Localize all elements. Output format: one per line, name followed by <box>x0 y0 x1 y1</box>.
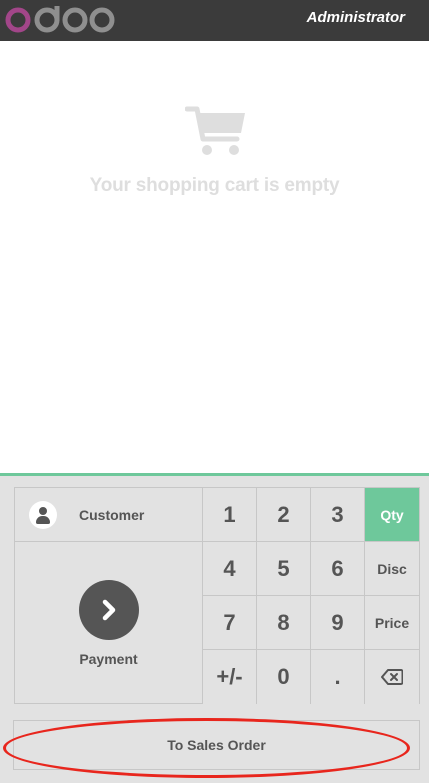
control-panel: Customer Payment 1 2 3 Qty 4 5 6 Disc 7 8 9 Price +/… <box>0 473 429 783</box>
numpad-key-5[interactable]: 5 <box>257 542 311 596</box>
to-sales-order-button[interactable]: To Sales Order <box>13 720 420 770</box>
numpad-key-3[interactable]: 3 <box>311 488 365 542</box>
numpad-key-6[interactable]: 6 <box>311 542 365 596</box>
user-name[interactable]: Administrator <box>307 9 405 26</box>
customer-label: Customer <box>79 506 145 523</box>
odoo-logo <box>4 6 116 34</box>
payment-label: Payment <box>79 651 138 667</box>
chevron-right-icon <box>78 580 139 640</box>
numpad-key-7[interactable]: 7 <box>203 596 257 650</box>
payment-button[interactable]: Payment <box>15 542 203 704</box>
user-icon <box>29 500 57 529</box>
backspace-button[interactable] <box>365 650 419 704</box>
numpad-key-decimal[interactable]: . <box>311 650 365 704</box>
mode-price-button[interactable]: Price <box>365 596 419 650</box>
empty-cart-message: Your shopping cart is empty <box>89 175 340 196</box>
mode-qty-button[interactable]: Qty <box>365 488 419 542</box>
action-pad: Customer Payment 1 2 3 Qty 4 5 6 Disc 7 8 9 Price +/… <box>14 487 420 704</box>
numpad-key-2[interactable]: 2 <box>257 488 311 542</box>
numpad-key-9[interactable]: 9 <box>311 596 365 650</box>
numpad-key-0[interactable]: 0 <box>257 650 311 704</box>
top-bar: Administrator <box>0 0 429 41</box>
numpad: 1 2 3 Qty 4 5 6 Disc 7 8 9 Price +/- 0. <box>203 488 419 704</box>
numpad-key-1[interactable]: 1 <box>203 488 257 542</box>
mode-disc-button[interactable]: Disc <box>365 542 419 596</box>
numpad-key-8[interactable]: 8 <box>257 596 311 650</box>
order-cart: Your shopping cart is empty <box>0 41 429 473</box>
customer-button[interactable]: Customer <box>15 488 203 542</box>
backspace-icon <box>381 669 403 685</box>
numpad-key-4[interactable]: 4 <box>203 542 257 596</box>
shopping-cart-icon <box>184 105 247 162</box>
numpad-key-plus-minus[interactable]: +/- <box>203 650 257 704</box>
